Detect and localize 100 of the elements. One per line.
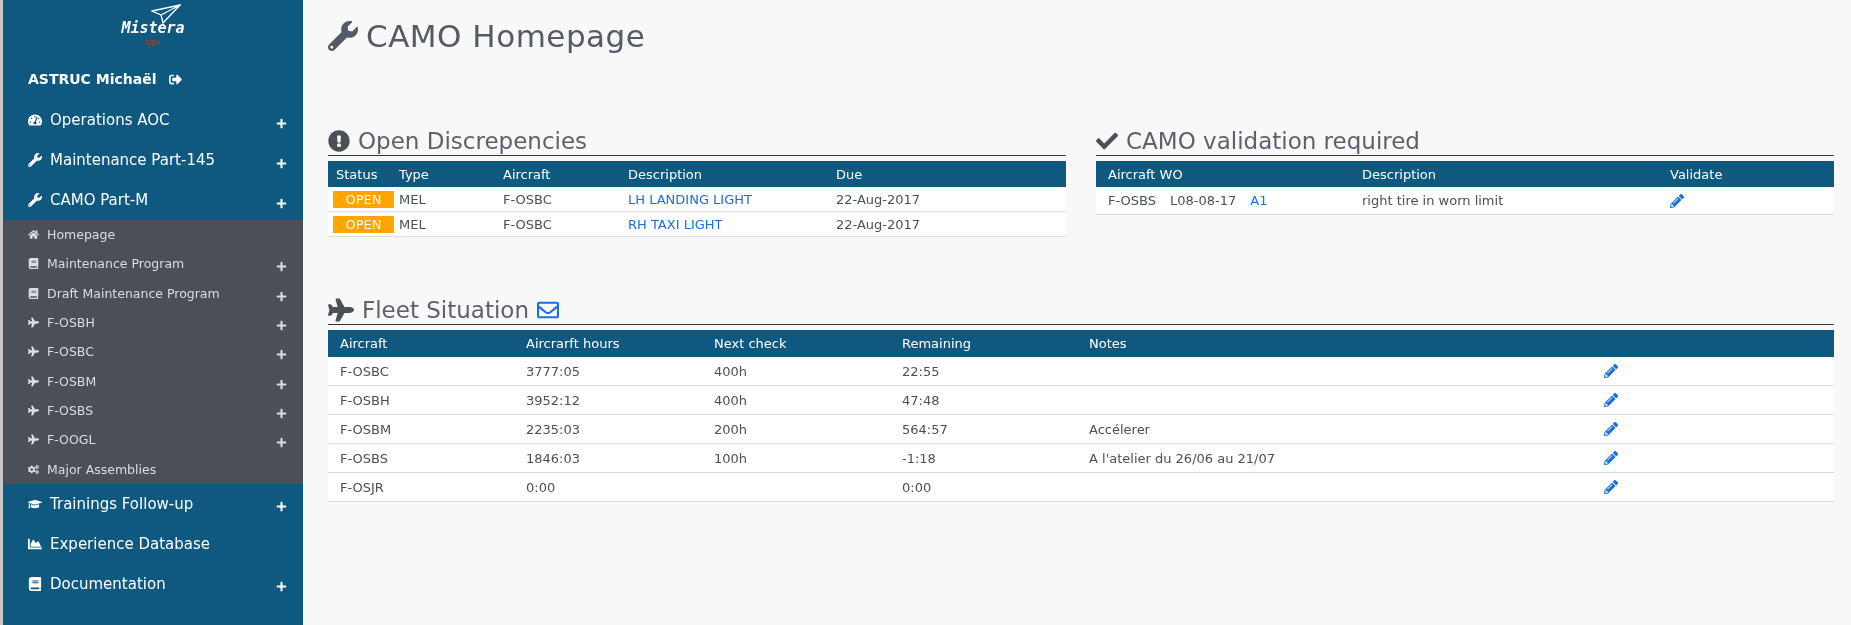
edit-button[interactable] [1604, 451, 1618, 465]
edit-button[interactable] [1604, 422, 1618, 436]
submenu-item[interactable]: Draft Maintenance Program [3, 278, 303, 308]
column-header: Notes [1088, 336, 1128, 351]
book-icon [28, 576, 42, 591]
submenu-item[interactable]: F-OSBS [3, 395, 303, 426]
table-cell-text: MEL [398, 191, 427, 207]
table-cell-text: 400h [713, 392, 749, 408]
table-cell-text: -1:18 [901, 450, 937, 466]
column-header: Due [835, 166, 864, 182]
plus-icon[interactable] [276, 501, 287, 513]
description-link[interactable]: RH TAXI LIGHT [628, 216, 723, 232]
submenu-item[interactable]: F-OOGL [3, 425, 303, 455]
submenu-item[interactable]: F-OSBC [3, 337, 303, 367]
table-cell-text: 564:57 [901, 421, 949, 437]
status-badge: OPEN [333, 215, 394, 233]
plus-icon[interactable] [276, 197, 287, 209]
table-cell-text: Accélerer [1088, 421, 1151, 437]
submenu-item[interactable]: Major Assemblies [3, 454, 303, 484]
table-cell-text: 3952:12 [525, 392, 581, 408]
user-name: ASTRUC Michaël [28, 71, 157, 87]
plane-icon [28, 375, 39, 387]
table-cell: L08-08-17 [1169, 193, 1237, 208]
table-cell-text: F-OSBH [339, 392, 391, 408]
table-cell-text: right tire in worn limit [1361, 193, 1505, 208]
table-cell-text: 3777:05 [525, 363, 581, 379]
table-cell-text: 2235:03 [525, 421, 581, 437]
table-cell-text: A l'atelier du 26/06 au 21/07 [1088, 450, 1276, 466]
sidebar-item[interactable]: Documentation [3, 563, 303, 604]
page-title: CAMO Homepage [366, 18, 646, 54]
table-cell-text: 47:48 [901, 392, 941, 408]
table-cell-text: F-OSBM [339, 421, 393, 437]
column-header: Aircrarft hours [525, 336, 621, 351]
table-cell-text: 22:55 [901, 363, 941, 379]
edit-button[interactable] [1604, 480, 1618, 494]
submenu-item[interactable]: Maintenance Program [3, 249, 303, 279]
table-cell-text: 1846:03 [525, 450, 581, 466]
column-header: Aircraft WO [1107, 166, 1184, 182]
submenu-item[interactable]: F-OSBM [3, 366, 303, 396]
plane-icon [28, 404, 39, 416]
plus-icon[interactable] [276, 378, 287, 390]
plane-icon [328, 297, 354, 323]
plus-icon[interactable] [276, 437, 287, 449]
plus-icon[interactable] [276, 320, 287, 332]
table-cell-text: 0:00 [901, 479, 933, 495]
column-header: Aircraft [339, 336, 389, 351]
table-cell-text: F-OSBC [339, 363, 390, 379]
plus-icon[interactable] [276, 290, 287, 302]
logo-name: Mistera [121, 19, 185, 37]
status-badge: OPEN [333, 190, 394, 208]
edit-button[interactable] [1670, 193, 1684, 208]
table-cell-text: 22-Aug-2017 [835, 191, 922, 207]
plus-icon[interactable] [276, 261, 287, 273]
sidebar-item[interactable]: Experience Database [3, 523, 303, 564]
edit-button[interactable] [1604, 364, 1618, 378]
description-link[interactable]: LH LANDING LIGHT [628, 191, 752, 207]
sidebar-item[interactable]: CAMO Part-M [3, 180, 303, 220]
logout-icon[interactable] [168, 72, 182, 86]
gears-icon [28, 463, 39, 475]
area-chart-icon [28, 536, 42, 551]
plus-icon[interactable] [276, 117, 287, 129]
check-icon [1096, 130, 1118, 152]
wrench-icon [328, 21, 358, 51]
sidebar-item[interactable]: Maintenance Part-145 [3, 140, 303, 180]
task-link[interactable]: A1 [1250, 193, 1268, 208]
column-header: Description [1361, 166, 1438, 182]
table-cell-text: 100h [713, 450, 749, 466]
gauge-icon [28, 113, 42, 127]
sidebar-item[interactable]: Operations AOC [3, 100, 303, 140]
plus-icon[interactable] [276, 581, 287, 593]
sidebar-item[interactable]: Trainings Follow-up [3, 483, 303, 524]
section-title: Open Discrepencies [358, 128, 588, 154]
book-icon [28, 287, 39, 299]
book-icon [28, 258, 39, 270]
table-cell-text: 22-Aug-2017 [835, 216, 922, 232]
submenu-item[interactable]: F-OSBH [3, 307, 303, 338]
section-title: CAMO validation required [1126, 128, 1420, 154]
table-cell: F-OSBS [1108, 193, 1156, 208]
table-cell-text: 200h [713, 421, 749, 437]
table-cell-text: MEL [398, 216, 427, 232]
plus-icon[interactable] [276, 407, 287, 419]
table-cell-text: F-OSBS [339, 450, 389, 466]
envelope-icon[interactable] [537, 299, 559, 321]
column-header: Description [627, 166, 704, 182]
wrench-icon [28, 193, 42, 207]
column-header: Validate [1669, 166, 1724, 182]
column-header: Remaining [901, 336, 973, 351]
submenu-item[interactable]: Homepage [3, 220, 303, 250]
plane-icon [28, 346, 39, 358]
column-header: Aircraft [502, 166, 552, 182]
column-header: Status [335, 166, 379, 182]
plus-icon[interactable] [276, 157, 287, 169]
table-cell-text: F-OSJR [339, 479, 385, 495]
column-header: Type [398, 166, 430, 182]
section-title: Fleet Situation [362, 297, 529, 323]
edit-button[interactable] [1604, 393, 1618, 407]
table-cell-text: F-OSBC [502, 191, 553, 207]
plus-icon[interactable] [276, 349, 287, 361]
table-cell-text: 0:00 [525, 479, 557, 495]
plane-icon [28, 434, 39, 446]
